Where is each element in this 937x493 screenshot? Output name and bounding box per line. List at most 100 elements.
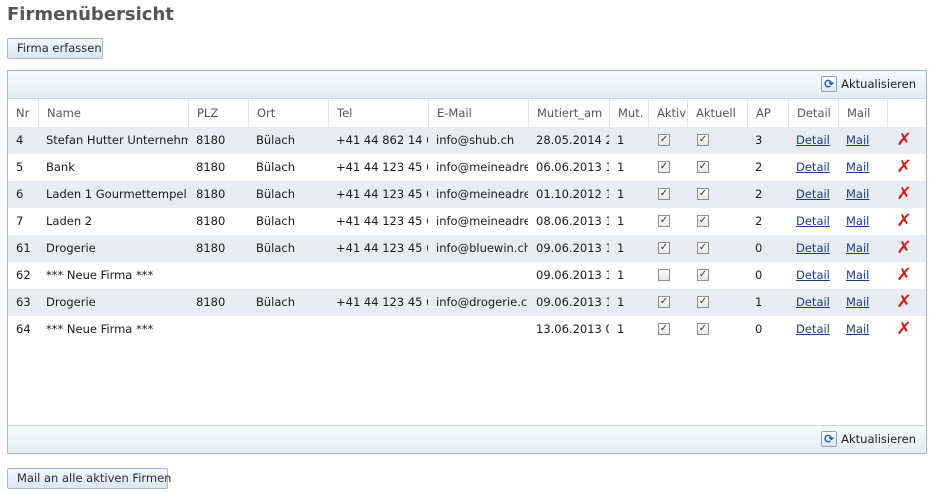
column-header-email[interactable]: E-Mail — [428, 99, 528, 127]
detail-link[interactable]: Detail — [796, 160, 830, 174]
column-header-ap[interactable]: AP — [747, 99, 788, 127]
column-header-detail[interactable]: Detail — [788, 99, 838, 127]
cell-detail: Detail — [788, 262, 838, 289]
cell-mail: Mail — [838, 127, 887, 154]
cell-detail: Detail — [788, 154, 838, 181]
aktiv-checkbox[interactable]: ✓ — [658, 322, 670, 335]
column-header-aktuell[interactable]: Aktuell — [687, 99, 747, 127]
cell-tel: +41 44 123 45 66 — [336, 295, 428, 309]
aktuell-checkbox[interactable]: ✓ — [697, 214, 709, 227]
aktuell-checkbox[interactable]: ✓ — [697, 187, 709, 200]
cell-delete: ✗ — [887, 181, 926, 208]
cell-tel: +41 44 862 14 66 — [336, 133, 428, 147]
table-row[interactable]: 62 *** Neue Firma *** 09.06.2013 14 1 ✓ 0 Deta… — [8, 262, 926, 289]
grid-toolbar-bottom: ⟳ Aktualisieren — [8, 425, 926, 453]
aktiv-checkbox[interactable]: ✓ — [658, 214, 670, 227]
aktiv-checkbox[interactable]: ✓ — [658, 241, 670, 254]
mail-link[interactable]: Mail — [846, 214, 869, 228]
table-row[interactable]: 7 Laden 2 8180 Bülach +41 44 123 45 66 info@m… — [8, 208, 926, 235]
cell-ap: 2 — [755, 187, 763, 201]
column-header-aktiv[interactable]: Aktiv — [648, 99, 687, 127]
cell-tel: +41 44 123 45 66 — [336, 187, 428, 201]
delete-icon[interactable]: ✗ — [896, 289, 912, 316]
column-header-nr[interactable]: Nr — [8, 99, 38, 127]
aktuell-checkbox[interactable]: ✓ — [697, 295, 709, 308]
mail-all-active-button[interactable]: Mail an alle aktiven Firmen — [7, 468, 171, 489]
aktuell-checkbox[interactable]: ✓ — [697, 241, 709, 254]
cell-aktiv: ✓ — [648, 154, 687, 181]
refresh-button-bottom[interactable]: ⟳ Aktualisieren — [821, 430, 916, 448]
delete-icon[interactable]: ✗ — [896, 208, 912, 235]
delete-icon[interactable]: ✗ — [896, 154, 912, 181]
aktiv-checkbox[interactable]: ✓ — [658, 187, 670, 200]
aktiv-checkbox[interactable]: ✓ — [658, 133, 670, 146]
cell-ap: 2 — [755, 214, 763, 228]
cell-nr: 62 — [16, 268, 31, 282]
cell-ort: Bülach — [256, 295, 296, 309]
cell-email — [428, 262, 528, 289]
mail-link[interactable]: Mail — [846, 241, 869, 255]
table-row[interactable]: 6 Laden 1 Gourmettempel 8180 Bülach +41 44 1… — [8, 181, 926, 208]
column-header-name[interactable]: Name — [38, 99, 188, 127]
detail-link[interactable]: Detail — [796, 241, 830, 255]
mail-link[interactable]: Mail — [846, 295, 869, 309]
aktiv-checkbox[interactable]: ✓ — [658, 295, 670, 308]
column-header-plz[interactable]: PLZ — [188, 99, 248, 127]
column-header-mutiert-am[interactable]: Mutiert_am — [528, 99, 609, 127]
refresh-icon: ⟳ — [821, 431, 838, 447]
cell-nr: 64 — [16, 322, 31, 336]
cell-ap: 3 — [755, 133, 763, 147]
table-row[interactable]: 61 Drogerie 8180 Bülach +41 44 123 45 67 info… — [8, 235, 926, 262]
firma-erfassen-button[interactable]: Firma erfassen — [7, 38, 103, 59]
mail-link[interactable]: Mail — [846, 268, 869, 282]
column-header-ort[interactable]: Ort — [248, 99, 328, 127]
mail-link[interactable]: Mail — [846, 322, 869, 336]
cell-detail: Detail — [788, 235, 838, 262]
cell-mutiert-am: 09.06.2013 14 — [536, 268, 609, 282]
mail-link[interactable]: Mail — [846, 160, 869, 174]
cell-delete: ✗ — [887, 316, 926, 343]
cell-plz: 8180 — [196, 133, 226, 147]
cell-aktuell: ✓ — [687, 127, 747, 154]
aktuell-checkbox[interactable]: ✓ — [697, 160, 709, 173]
detail-link[interactable]: Detail — [796, 187, 830, 201]
cell-ort: Bülach — [256, 187, 296, 201]
aktuell-checkbox[interactable]: ✓ — [697, 133, 709, 146]
delete-icon[interactable]: ✗ — [896, 127, 912, 154]
cell-nr: 61 — [16, 241, 31, 255]
cell-mutiert-am: 01.10.2012 11 — [536, 187, 609, 201]
cell-mut: 1 — [617, 214, 625, 228]
aktuell-checkbox[interactable]: ✓ — [697, 322, 709, 335]
detail-link[interactable]: Detail — [796, 214, 830, 228]
cell-delete: ✗ — [887, 127, 926, 154]
delete-icon[interactable]: ✗ — [896, 181, 912, 208]
column-header-mut[interactable]: Mut. — [609, 99, 648, 127]
table-row[interactable]: 63 Drogerie 8180 Bülach +41 44 123 45 66 info… — [8, 289, 926, 316]
delete-icon[interactable]: ✗ — [896, 235, 912, 262]
cell-plz: 8180 — [196, 187, 226, 201]
mail-link[interactable]: Mail — [846, 133, 869, 147]
detail-link[interactable]: Detail — [796, 268, 830, 282]
cell-ap: 2 — [755, 160, 763, 174]
detail-link[interactable]: Detail — [796, 295, 830, 309]
mail-link[interactable]: Mail — [846, 187, 869, 201]
cell-mut: 1 — [617, 241, 625, 255]
cell-detail: Detail — [788, 127, 838, 154]
cell-ort: Bülach — [256, 160, 296, 174]
detail-link[interactable]: Detail — [796, 133, 830, 147]
column-header-mail[interactable]: Mail — [838, 99, 887, 127]
cell-nr: 6 — [16, 187, 24, 201]
detail-link[interactable]: Detail — [796, 322, 830, 336]
table-row[interactable]: 64 *** Neue Firma *** 13.06.2013 06 1 ✓ ✓ 0 Det… — [8, 316, 926, 343]
table-row[interactable]: 4 Stefan Hutter Unternehmer 8180 Bülach +41 … — [8, 127, 926, 154]
delete-icon[interactable]: ✗ — [896, 262, 912, 289]
cell-ort: Bülach — [256, 241, 296, 255]
aktiv-checkbox[interactable] — [658, 268, 670, 281]
column-header-tel[interactable]: Tel — [328, 99, 428, 127]
cell-ap: 0 — [755, 322, 763, 336]
refresh-button-top[interactable]: ⟳ Aktualisieren — [821, 75, 916, 93]
delete-icon[interactable]: ✗ — [896, 316, 912, 343]
aktuell-checkbox[interactable]: ✓ — [697, 268, 709, 281]
aktiv-checkbox[interactable]: ✓ — [658, 160, 670, 173]
table-row[interactable]: 5 Bank 8180 Bülach +41 44 123 45 66 info@mein… — [8, 154, 926, 181]
